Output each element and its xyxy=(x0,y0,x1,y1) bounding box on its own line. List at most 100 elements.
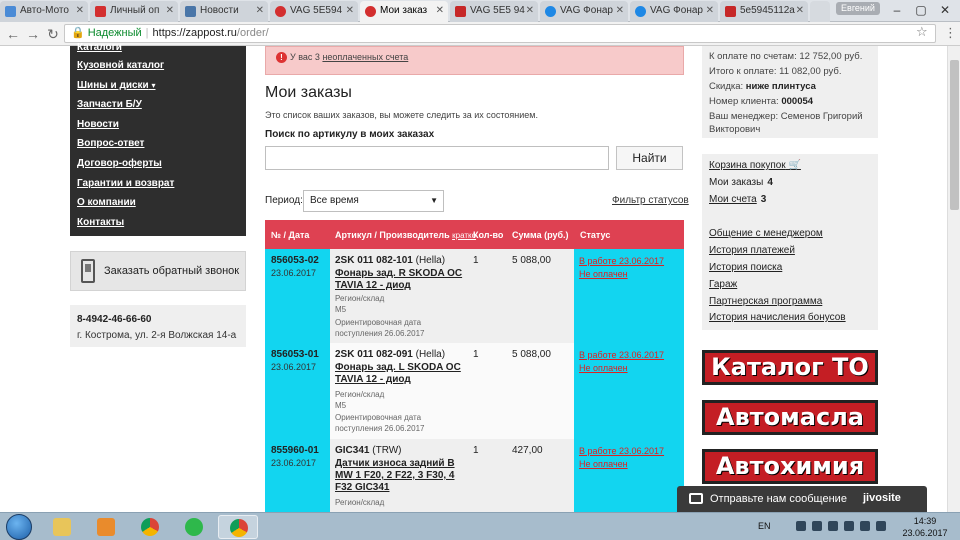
partner-program-link[interactable]: Партнерская программа xyxy=(709,296,822,307)
sidebar-item-warranty[interactable]: Гарантии и возврат xyxy=(77,178,174,189)
sidebar-item-about[interactable]: О компании xyxy=(77,197,136,208)
secure-label: Надежный xyxy=(87,27,142,39)
order-id[interactable]: 856053-02 xyxy=(271,255,319,266)
browser-menu-icon[interactable]: ⋮ xyxy=(944,25,957,41)
sidebar-item-offer[interactable]: Договор-оферты xyxy=(77,158,162,169)
close-icon[interactable]: ✕ xyxy=(796,5,804,16)
status-filter-link[interactable]: Фильтр статусов xyxy=(612,195,689,206)
back-arrow-icon[interactable]: ← xyxy=(4,25,22,43)
site-favicon-icon xyxy=(275,6,286,17)
page-title: Мои заказы xyxy=(265,84,352,101)
chat-bubble-icon xyxy=(689,493,703,504)
network-icon[interactable] xyxy=(828,521,838,531)
close-icon[interactable]: ✕ xyxy=(436,5,444,16)
close-window-icon[interactable]: ✕ xyxy=(932,0,958,20)
browser-tab[interactable]: Авто-Мото ✕ xyxy=(0,1,88,22)
close-icon[interactable]: ✕ xyxy=(76,5,84,16)
product-name-link[interactable]: Датчик износа задний B MW 1 F20, 2 F22, … xyxy=(335,458,465,494)
reload-icon[interactable]: ↻ xyxy=(44,25,62,43)
chevron-down-icon: ▾ xyxy=(151,81,156,90)
callback-button[interactable]: Заказать обратный звонок xyxy=(70,251,246,291)
manager-chat-link[interactable]: Общение с менеджером xyxy=(709,228,823,239)
period-select[interactable]: Все время ▼ xyxy=(303,190,444,212)
browser-tab[interactable]: VAG Фонар ✕ xyxy=(540,1,628,22)
article-number: GIC341 (TRW) xyxy=(335,445,402,456)
garage-link[interactable]: Гараж xyxy=(709,279,737,290)
order-number-cell: 855960-01 23.06.2017 xyxy=(265,439,330,512)
find-button[interactable]: Найти xyxy=(616,146,683,170)
promo-banner-chemicals[interactable]: Автохимия xyxy=(702,449,878,484)
search-label: Поиск по артикулу в моих заказах xyxy=(265,129,435,140)
file-explorer-icon[interactable] xyxy=(42,515,82,539)
clock-date[interactable]: 23.06.2017 xyxy=(898,528,952,538)
unpaid-invoices-link[interactable]: неоплаченных счета xyxy=(322,52,408,62)
minimize-icon[interactable]: – xyxy=(884,0,910,20)
browser-tab[interactable]: Личный оп ✕ xyxy=(90,1,178,22)
expected-date: Ориентировочная дата поступления 26.06.2… xyxy=(335,318,425,338)
status-text[interactable]: В работе 23.06.2017 Не оплачен xyxy=(579,445,664,471)
language-indicator[interactable]: EN xyxy=(758,521,771,531)
browser-tab[interactable]: Новости ✕ xyxy=(180,1,268,22)
lock-icon: 🔒 xyxy=(71,27,85,39)
battery-icon[interactable] xyxy=(844,521,854,531)
site-favicon-icon xyxy=(455,6,466,17)
url-field[interactable]: 🔒 Надежный | https://zappost.ru/order/ xyxy=(64,24,936,43)
close-icon[interactable]: ✕ xyxy=(166,5,174,16)
product-name-link[interactable]: Фонарь зад. R SKODA OC TAVIA 12 - диод xyxy=(335,268,465,292)
cart-link[interactable]: Корзина покупок 🛒 xyxy=(709,160,801,171)
search-input[interactable] xyxy=(265,146,609,170)
clock-time[interactable]: 14:39 xyxy=(905,516,945,526)
order-id[interactable]: 856053-01 xyxy=(271,349,319,360)
promo-banner-maintenance[interactable]: Каталог ТО xyxy=(702,350,878,385)
product-name-link[interactable]: Фонарь зад. L SKODA OC TAVIA 12 - диод xyxy=(335,362,465,386)
order-id[interactable]: 855960-01 xyxy=(271,445,319,456)
sidebar-item-body-catalog[interactable]: Кузовной каталог xyxy=(77,60,164,71)
order-date: 23.06.2017 xyxy=(271,268,317,278)
url-separator: | xyxy=(145,27,149,39)
page-scrollbar[interactable] xyxy=(947,46,960,512)
volume-icon[interactable] xyxy=(860,521,870,531)
maximize-icon[interactable]: ▢ xyxy=(908,0,934,20)
sidebar-item-catalogs[interactable]: Каталоги xyxy=(77,42,122,53)
close-icon[interactable]: ✕ xyxy=(256,5,264,16)
search-history-link[interactable]: История поиска xyxy=(709,262,782,273)
period-label: Период: xyxy=(265,195,303,206)
chrome-icon[interactable] xyxy=(130,515,170,539)
order-details-cell: GIC341 (TRW) Датчик износа задний B MW 1… xyxy=(330,439,574,512)
scrollbar-thumb[interactable] xyxy=(950,60,959,210)
browser-tab-active[interactable]: Мои заказ ✕ xyxy=(360,1,448,22)
promo-banner-oils[interactable]: Автомасла xyxy=(702,400,878,435)
sidebar-item-tires[interactable]: Шины и диски ▾ xyxy=(77,80,156,91)
sidebar-item-news[interactable]: Новости xyxy=(77,119,119,130)
tray-icon[interactable] xyxy=(812,521,822,531)
flag-icon[interactable] xyxy=(876,521,886,531)
chat-widget[interactable]: Отправьте нам сообщение jivosite xyxy=(677,486,927,512)
close-icon[interactable]: ✕ xyxy=(706,5,714,16)
bookmark-star-icon[interactable]: ☆ xyxy=(916,24,928,40)
sidebar-item-contacts[interactable]: Контакты xyxy=(77,217,124,228)
chrome-active-icon[interactable] xyxy=(218,515,258,539)
status-text[interactable]: В работе 23.06.2017 Не оплачен xyxy=(579,255,664,281)
start-button-icon[interactable] xyxy=(6,514,32,540)
my-invoices-link[interactable]: Мои счета xyxy=(709,194,757,205)
contact-block: 8-4942-46-66-60 г. Кострома, ул. 2-я Вол… xyxy=(70,305,246,347)
messenger-icon[interactable] xyxy=(174,515,214,539)
payment-history-link[interactable]: История платежей xyxy=(709,245,795,256)
close-icon[interactable]: ✕ xyxy=(346,5,354,16)
browser-tab[interactable]: VAG 5E594 ✕ xyxy=(270,1,358,22)
status-text[interactable]: В работе 23.06.2017 Не оплачен xyxy=(579,349,664,375)
sidebar-item-faq[interactable]: Вопрос-ответ xyxy=(77,138,144,149)
browser-tab[interactable]: 5e5945112a ✕ xyxy=(720,1,808,22)
profile-badge[interactable]: Евгений xyxy=(836,2,880,15)
close-icon[interactable]: ✕ xyxy=(616,5,624,16)
browser-tab[interactable]: VAG 5E5 94 ✕ xyxy=(450,1,538,22)
sidebar-item-used-parts[interactable]: Запчасти Б/У xyxy=(77,99,142,110)
site-favicon-icon xyxy=(5,6,16,17)
close-icon[interactable]: ✕ xyxy=(526,5,534,16)
media-player-icon[interactable] xyxy=(86,515,126,539)
browser-tab[interactable]: VAG Фонар ✕ xyxy=(630,1,718,22)
bonus-history-link[interactable]: История начисления бонусов xyxy=(709,312,846,323)
forward-arrow-icon[interactable]: → xyxy=(24,25,42,43)
new-tab-button[interactable] xyxy=(810,1,830,22)
tray-icon[interactable] xyxy=(796,521,806,531)
